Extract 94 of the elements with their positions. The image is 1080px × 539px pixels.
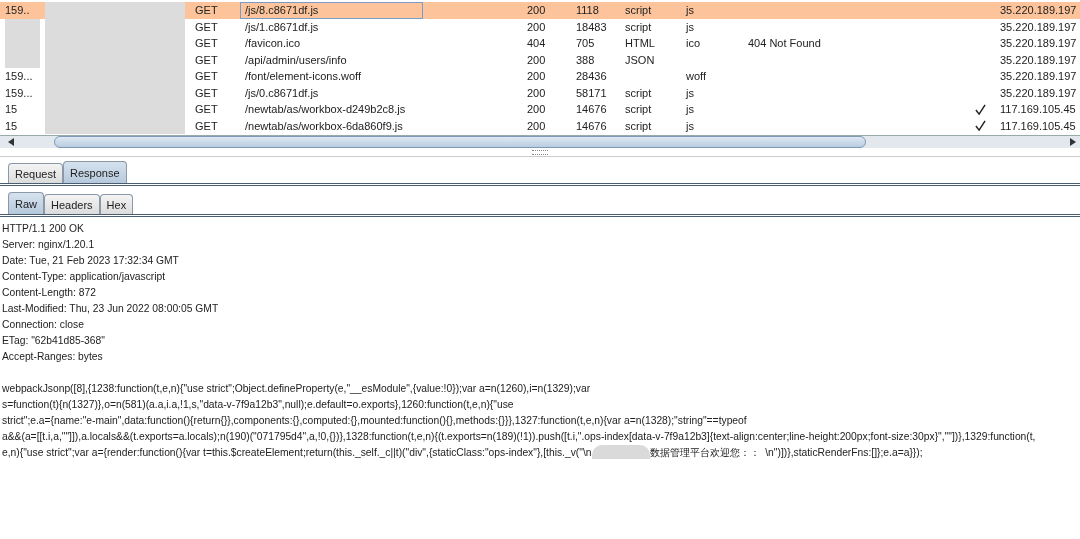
table-cell: ico: [686, 37, 701, 50]
code-text: e,n){"use strict";var a={render:function(){var t=this.$createElement;return(this._self._c||t)("div",{staticClass:"ops-index"},[this._v("\n: [2, 446, 592, 460]
table-cell: 18483: [576, 20, 607, 33]
tab[interactable]: Raw: [8, 192, 44, 214]
code-line: webpackJsonp([8],{1238:function(t,e,n){"use strict";Object.defineProperty(e,"__esModule",{value:!0});var a=n(1260),i=n(1329);var: [2, 382, 592, 396]
tab[interactable]: Headers: [44, 194, 100, 214]
tab[interactable]: Response: [63, 161, 127, 183]
header-line: Date: Tue, 21 Feb 2023 17:32:34 GMT: [2, 254, 180, 268]
table-row[interactable]: 15 GET /newtab/as/workbox-d249b2c8.js 200 14676 script js 117.169.105.45: [0, 101, 1080, 118]
table-cell: 200: [527, 70, 546, 83]
table-cell: js: [686, 4, 694, 17]
table-cell: GET: [195, 70, 218, 83]
header-line: ETag: "62b41d85-368": [2, 334, 106, 348]
table-cell: HTML: [625, 37, 655, 50]
table-cell: script: [625, 86, 652, 99]
table-cell: 117.169.105.45: [1000, 119, 1076, 132]
table-cell: 200: [527, 20, 546, 33]
table-cell: GET: [195, 103, 218, 116]
table-cell: 35.220.189.197: [1000, 4, 1077, 17]
header-line: Connection: close: [2, 318, 85, 332]
horizontal-scrollbar[interactable]: [0, 135, 1080, 148]
table-cell: 388: [576, 53, 595, 66]
table-cell: 705: [576, 37, 595, 50]
table-cell: GET: [195, 37, 218, 50]
table-cell: 28436: [576, 70, 607, 83]
table-cell: 35.220.189.197: [1000, 37, 1077, 50]
table-row[interactable]: GET /api/admin/users/info 200 388 JSON 35.220.189.197: [0, 51, 1080, 68]
table-cell: /newtab/as/workbox-6da860f9.js: [245, 119, 403, 132]
table-cell: js: [686, 103, 694, 116]
header-line: Server: nginx/1.20.1: [2, 238, 96, 252]
table-cell: GET: [195, 119, 218, 132]
table-cell: 58171: [576, 86, 607, 99]
table-cell: 15: [5, 103, 18, 116]
table-row[interactable]: 159... GET /js/0.c8671df.js 200 58171 script js 35.220.189.197: [0, 84, 1080, 101]
table-cell: js: [686, 86, 694, 99]
table-cell: js: [686, 20, 694, 33]
table-cell: 117.169.105.45: [1000, 103, 1076, 116]
table-cell: /js/1.c8671df.js: [245, 20, 319, 33]
table-cell: GET: [195, 86, 218, 99]
header-line: HTTP/1.1 200 OK: [2, 222, 85, 236]
table-cell: /newtab/as/workbox-d249b2c8.js: [245, 103, 406, 116]
redaction-blur: [591, 445, 650, 459]
table-cell: GET: [195, 53, 218, 66]
table-cell: 200: [527, 103, 546, 116]
table-cell: /favicon.ico: [245, 37, 301, 50]
splitter-grip[interactable]: [532, 149, 548, 155]
table-cell: 35.220.189.197: [1000, 20, 1077, 33]
code-line: strict";e.a={name:"e-main",data:function(){return{}},components:{},computed:{},mounted:function(){},methods:{}}},1327:function(t,e,n){var a=n(1328);"string"==typeof: [2, 414, 748, 428]
table-cell: 14676: [576, 119, 607, 132]
table-cell: /font/element-icons.woff: [245, 70, 361, 83]
table-cell: 35.220.189.197: [1000, 70, 1077, 83]
table-cell: 200: [527, 86, 546, 99]
table-row[interactable]: GET /js/1.c8671df.js 200 18483 script js 35.220.189.197: [0, 18, 1080, 35]
table-cell: woff: [686, 70, 706, 83]
table-cell: /api/admin/users/info: [245, 53, 347, 66]
table-cell: script: [625, 20, 652, 33]
table-cell: JSON: [625, 53, 655, 66]
code-line: a&&(a=[[t.i,a,""]]),a.locals&&(t.exports=a.locals);n(190)("071795d4",a,!0,{})},1328:function(t,e,n){(t.exports=n(189)(!1)).push([t.i,".ops-index[data-v-7f9a12b3]{text-align:center;line-height:200px;font-size:30px}",""])},1329:function(t,: [2, 430, 1037, 444]
table-row[interactable]: 15 GET /newtab/as/workbox-6da860f9.js 200 14676 script js 117.169.105.45: [0, 117, 1080, 134]
header-line: Accept-Ranges: bytes: [2, 350, 104, 364]
table-cell: script: [625, 4, 652, 17]
table-row[interactable]: GET /favicon.ico 404 705 HTML ico 404 Not Found 35.220.189.197: [0, 35, 1080, 52]
header-line: Content-Length: 872: [2, 286, 97, 300]
table-cell: GET: [195, 4, 218, 17]
scroll-right-icon[interactable]: [1070, 138, 1076, 146]
table-cell: 15: [5, 119, 18, 132]
table-cell: 159...: [5, 86, 33, 99]
table-cell: 404 Not Found: [748, 37, 821, 50]
table-cell: 200: [527, 53, 546, 66]
table-cell: /js/8.c8671df.js: [245, 4, 319, 17]
tab[interactable]: Hex: [99, 194, 134, 214]
code-line: s=function(t){n(1327)},o=n(581)(a.a,i.a,!1,s,"data-v-7f9a12b3",null);e.default=o.exports},1260:function(t,e,n){"use: [2, 398, 515, 412]
table-cell: 159...: [5, 70, 33, 83]
table-cell: GET: [195, 20, 218, 33]
table-cell: 200: [527, 4, 546, 17]
table-cell: js: [686, 119, 694, 132]
table-row[interactable]: 159... GET /font/element-icons.woff 200 28436 woff 35.220.189.197: [0, 68, 1080, 85]
scroll-left-icon[interactable]: [8, 138, 14, 146]
table-cell: /js/0.c8671df.js: [245, 86, 319, 99]
table-row[interactable]: 159.. GET /js/8.c8671df.js 200 1118 script js 35.220.189.197: [0, 2, 1080, 19]
table-cell: 200: [527, 119, 546, 132]
header-line: Last-Modified: Thu, 23 Jun 2022 08:00:05 GMT: [2, 302, 220, 316]
table-cell: 35.220.189.197: [1000, 53, 1077, 66]
table-cell: 14676: [576, 103, 607, 116]
code-text: 数据管理平台欢迎您：： \n")])},staticRenderFns:[]};e.a=a}});: [649, 446, 923, 460]
table-cell: script: [625, 119, 652, 132]
table-cell: script: [625, 103, 652, 116]
scrollbar-thumb[interactable]: [54, 136, 866, 148]
table-cell: 35.220.189.197: [1000, 86, 1077, 99]
table-cell: 404: [527, 37, 546, 50]
tab[interactable]: Request: [8, 163, 63, 183]
table-cell: 159..: [5, 4, 30, 17]
table-cell: 1118: [576, 4, 599, 17]
header-line: Content-Type: application/javascript: [2, 270, 167, 284]
